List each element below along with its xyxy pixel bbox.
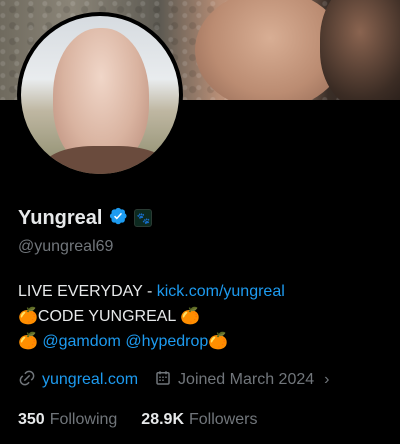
following-link[interactable]: 350 Following: [18, 411, 117, 429]
bio-text: LIVE EVERYDAY -: [18, 283, 157, 300]
followers-label: Followers: [189, 411, 258, 428]
verified-badge-icon[interactable]: [108, 206, 128, 231]
mention-gamdom[interactable]: @gamdom: [42, 333, 121, 350]
avatar[interactable]: [17, 12, 183, 178]
avatar-shirt: [41, 146, 171, 174]
joined-item: Joined March 2024 ›: [154, 369, 329, 392]
calendar-icon: [154, 369, 172, 392]
followers-count: 28.9K: [141, 411, 184, 428]
bio-link[interactable]: kick.com/yungreal: [157, 283, 285, 300]
name-row: Yungreal 🐾: [18, 204, 153, 232]
display-name: Yungreal: [18, 206, 103, 229]
orange-emoji-icon: 🍊: [18, 308, 38, 325]
link-icon: [18, 369, 36, 392]
banner-photo-person-2: [320, 0, 400, 100]
mention-hypedrop[interactable]: @hypedrop: [125, 333, 208, 350]
orange-emoji-icon: 🍊: [180, 308, 201, 325]
orange-emoji-icon: 🍊: [208, 333, 229, 350]
chevron-right-icon[interactable]: ›: [324, 371, 329, 389]
paw-icon[interactable]: 🐾: [134, 209, 153, 227]
bio: LIVE EVERYDAY - kick.com/yungreal 🍊CODE …: [18, 279, 285, 354]
avatar-photo: [21, 16, 179, 174]
bio-line-3: 🍊 @gamdom @hypedrop🍊: [18, 329, 285, 354]
orange-emoji-icon: 🍊: [18, 333, 38, 350]
handle: @yungreal69: [18, 238, 114, 255]
following-count: 350: [18, 411, 45, 428]
website-item[interactable]: yungreal.com: [18, 369, 138, 392]
joined-date: Joined March 2024: [178, 371, 315, 388]
bio-line-1: LIVE EVERYDAY - kick.com/yungreal: [18, 279, 285, 304]
profile-meta: yungreal.com Joined March 2024 ›: [18, 369, 345, 391]
followers-link[interactable]: 28.9K Followers: [141, 411, 257, 429]
website-link[interactable]: yungreal.com: [42, 371, 138, 389]
following-label: Following: [49, 411, 118, 428]
bio-line-2: 🍊CODE YUNGREAL 🍊: [18, 304, 285, 329]
follow-stats: 350 Following 28.9K Followers: [18, 409, 281, 431]
bio-code-text: CODE YUNGREAL: [37, 308, 181, 325]
